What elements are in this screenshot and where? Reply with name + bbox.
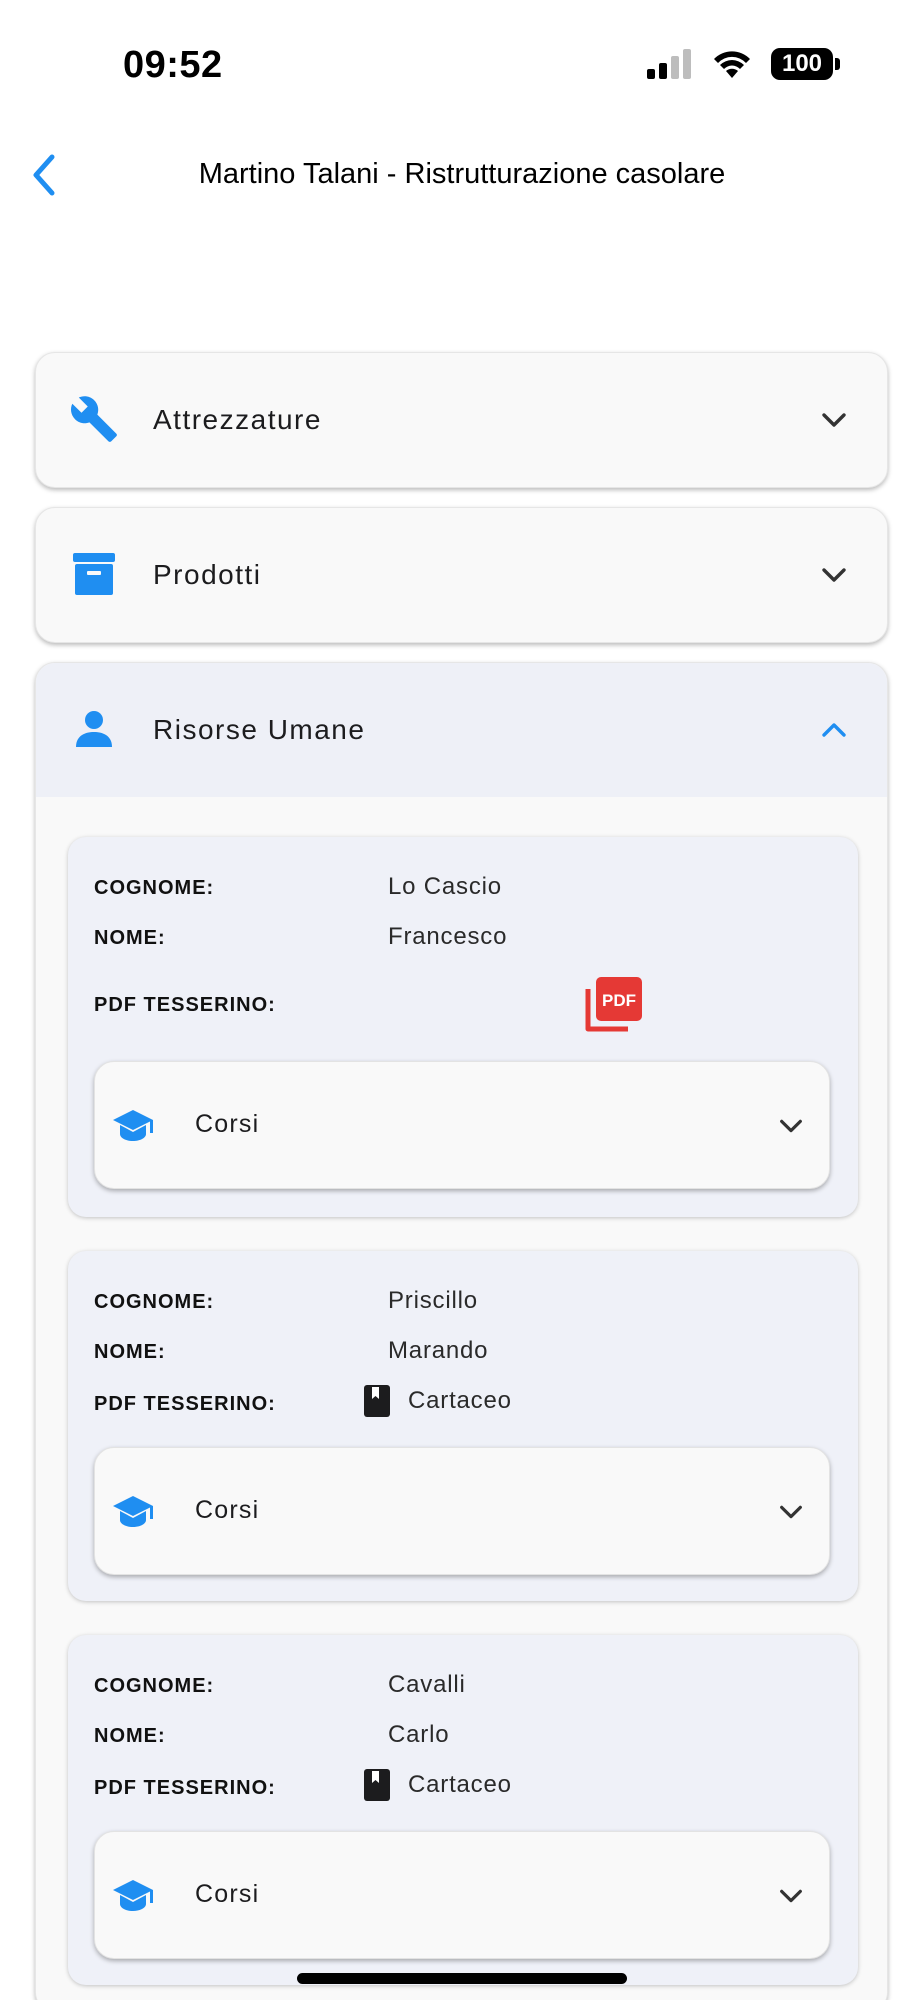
corsi-label: Corsi bbox=[195, 1110, 260, 1138]
nav-bar: Martino Talani - Ristrutturazione casola… bbox=[0, 140, 924, 210]
corsi-label: Corsi bbox=[195, 1496, 260, 1524]
status-icons: 100 bbox=[647, 48, 840, 80]
tesserino-cartaceo: Cartaceo bbox=[364, 1385, 512, 1417]
tesserino-value: Cartaceo bbox=[408, 1387, 512, 1414]
status-time: 09:52 bbox=[123, 44, 223, 86]
archive-box-icon bbox=[66, 546, 122, 602]
section-label: Risorse Umane bbox=[153, 714, 366, 745]
nome-value: Francesco bbox=[388, 923, 508, 950]
section-attrezzature: Attrezzature bbox=[35, 352, 888, 488]
chevron-down-icon bbox=[822, 413, 846, 427]
section-body-risorse-umane: COGNOME: Lo Cascio NOME: Francesco PDF T… bbox=[36, 797, 887, 2000]
pdf-tesserino-label: PDF TESSERINO: bbox=[94, 1777, 276, 1799]
cognome-value: Cavalli bbox=[388, 1671, 466, 1698]
person-card: COGNOME: Priscillo NOME: Marando PDF TES… bbox=[68, 1251, 858, 1601]
nome-label: NOME: bbox=[94, 927, 166, 949]
status-bar: 09:52 100 bbox=[0, 0, 924, 130]
cognome-value: Priscillo bbox=[388, 1287, 478, 1314]
battery-icon: 100 bbox=[771, 48, 840, 80]
chevron-down-icon bbox=[780, 1889, 802, 1903]
person-icon bbox=[66, 701, 122, 757]
book-icon bbox=[364, 1769, 390, 1801]
pdf-file-icon[interactable]: PDF bbox=[584, 975, 644, 1033]
page-title: Martino Talani - Ristrutturazione casola… bbox=[198, 158, 726, 190]
section-prodotti: Prodotti bbox=[35, 507, 888, 643]
battery-level: 100 bbox=[771, 48, 833, 80]
graduation-cap-icon bbox=[113, 1880, 153, 1911]
corsi-dropdown[interactable]: Corsi bbox=[94, 1061, 830, 1189]
pdf-glyph-text: PDF bbox=[602, 991, 636, 1010]
corsi-dropdown[interactable]: Corsi bbox=[94, 1831, 830, 1959]
section-header-risorse-umane[interactable]: Risorse Umane bbox=[36, 663, 887, 797]
corsi-label: Corsi bbox=[195, 1880, 260, 1908]
nome-value: Carlo bbox=[388, 1721, 450, 1748]
section-label: Prodotti bbox=[153, 559, 262, 590]
wrench-icon bbox=[66, 391, 122, 447]
section-header-attrezzature[interactable]: Attrezzature bbox=[36, 353, 887, 487]
section-risorse-umane: Risorse Umane COGNOME: Lo Cascio NOME: F… bbox=[35, 662, 888, 2000]
pdf-tesserino-label: PDF TESSERINO: bbox=[94, 1393, 276, 1415]
section-label: Attrezzature bbox=[153, 404, 322, 435]
chevron-up-icon bbox=[822, 723, 846, 737]
corsi-dropdown[interactable]: Corsi bbox=[94, 1447, 830, 1575]
cognome-value: Lo Cascio bbox=[388, 873, 502, 900]
tesserino-cartaceo: Cartaceo bbox=[364, 1769, 512, 1801]
cognome-label: COGNOME: bbox=[94, 1291, 215, 1313]
nome-label: NOME: bbox=[94, 1725, 166, 1747]
home-indicator bbox=[297, 1973, 627, 1984]
cognome-label: COGNOME: bbox=[94, 877, 215, 899]
graduation-cap-icon bbox=[113, 1110, 153, 1141]
wifi-icon bbox=[714, 51, 750, 78]
cognome-label: COGNOME: bbox=[94, 1675, 215, 1697]
section-header-prodotti[interactable]: Prodotti bbox=[36, 508, 887, 642]
chevron-down-icon bbox=[780, 1505, 802, 1519]
book-icon bbox=[364, 1385, 390, 1417]
chevron-down-icon bbox=[780, 1119, 802, 1133]
chevron-down-icon bbox=[822, 568, 846, 582]
person-card: COGNOME: Cavalli NOME: Carlo PDF TESSERI… bbox=[68, 1635, 858, 1985]
nome-label: NOME: bbox=[94, 1341, 166, 1363]
cellular-signal-icon bbox=[647, 49, 691, 79]
nome-value: Marando bbox=[388, 1337, 489, 1364]
pdf-tesserino-label: PDF TESSERINO: bbox=[94, 994, 276, 1016]
tesserino-value: Cartaceo bbox=[408, 1771, 512, 1798]
person-card: COGNOME: Lo Cascio NOME: Francesco PDF T… bbox=[68, 837, 858, 1217]
graduation-cap-icon bbox=[113, 1496, 153, 1527]
